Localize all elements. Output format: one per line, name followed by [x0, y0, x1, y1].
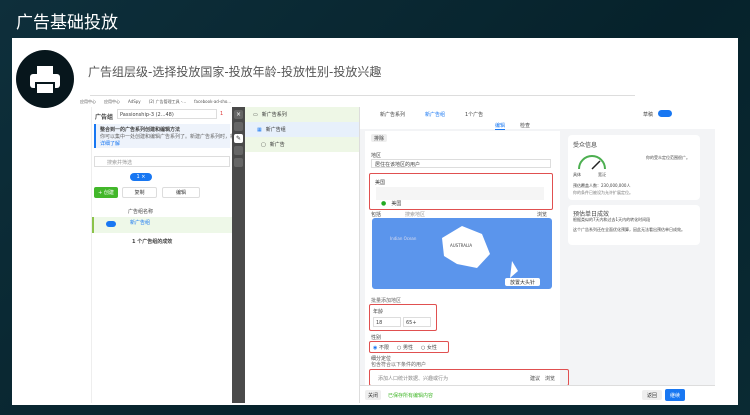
col-header-name[interactable]: 广告组名称 — [128, 208, 153, 215]
included-locations: 美国 ● 美国 — [369, 173, 553, 210]
tree-label: 新广告系列 — [261, 112, 287, 118]
gender-radio[interactable]: ○ 男性 — [397, 344, 413, 351]
browse-link[interactable]: 浏览 — [545, 375, 555, 382]
bulk-add-link[interactable]: 批量添加地区 — [371, 297, 401, 304]
close-button[interactable]: 关闭 — [365, 390, 381, 400]
age-section: 年龄 18 65+ — [369, 304, 437, 331]
detailed-targeting: 添加人口统计数据、兴趣或行为 建议 浏览 — [369, 369, 569, 386]
slide-subtitle: 广告组层级-选择投放国家-投放年龄-投放性别-投放兴趣 — [88, 65, 382, 79]
detailed-search-input[interactable]: 添加人口统计数据、兴趣或行为 — [378, 375, 448, 382]
notice-body: 你可以集中一处创建和编辑广告系列了。新建广告系列时，新 — [100, 134, 236, 140]
saved-status: 已保存所有编辑内容 — [388, 393, 434, 399]
zoom-icon[interactable] — [234, 158, 243, 167]
breadcrumb-ad[interactable]: 1个广告 — [465, 111, 483, 118]
location-label: 地区 — [371, 153, 382, 159]
gender-radio[interactable]: ○ 女性 — [421, 344, 437, 351]
gender-label: 性别 — [371, 335, 382, 341]
tree-panel: ▭ 新广告系列 ▦ 新广告组 ▢ 新广告 — [245, 107, 360, 403]
gauge-high: 宽泛 — [598, 172, 606, 177]
close-icon[interactable]: × — [234, 110, 243, 119]
grid-icon: ▦ — [257, 126, 262, 133]
browse-link[interactable]: 浏览 — [537, 211, 547, 218]
table-row[interactable]: 新广告组 — [92, 217, 232, 233]
audience-card: 受众信息 具体 宽泛 你的受众定位范围很广。 预估覆盖人数：230,000,00… — [568, 135, 700, 200]
panel-title: 广告组 — [95, 114, 114, 121]
audience-desc: 你的受众定位范围很广。 — [646, 155, 690, 160]
reach-note: 你的条件已被设为允许扩展定位。 — [573, 190, 633, 195]
gender-radio-group: ◉ 不限 ○ 男性 ○ 女性 — [369, 341, 449, 353]
breadcrumb-campaign[interactable]: 新广告系列 — [380, 111, 405, 118]
row-name[interactable]: 新广告组 — [130, 219, 150, 226]
slide-title: 广告基础投放 — [16, 13, 118, 33]
bookmark[interactable]: (2) 广告管理工具 -... — [149, 99, 186, 105]
copy-button[interactable]: 复制 — [122, 187, 157, 198]
bookmark[interactable]: 应用中心 — [80, 99, 96, 105]
bookmark[interactable]: 应用中心 — [104, 99, 120, 105]
location-select[interactable]: 居住在该地区的用户 — [371, 159, 551, 168]
include-select[interactable]: 包括 — [371, 211, 381, 218]
remove-button[interactable]: 排除 — [371, 134, 387, 142]
ad-icon: ▢ — [261, 141, 266, 148]
bookmark[interactable]: facebook-ad-sho... — [194, 99, 231, 105]
location-item[interactable]: ● 美国 — [376, 187, 544, 207]
included-label: 美国 — [375, 180, 386, 186]
map-label: AUSTRALIA — [450, 243, 473, 248]
gender-radio[interactable]: ◉ 不限 — [373, 344, 389, 351]
bookmarks-bar: 应用中心 应用中心 AdSpy (2) 广告管理工具 -... facebook… — [80, 99, 231, 105]
nav-rail — [80, 107, 92, 403]
tab-edit[interactable]: 编辑 — [495, 122, 506, 130]
editor-footer: 关闭 已保存所有编辑内容 返回 继续 — [360, 385, 715, 403]
map-label: Indian Ocean — [390, 236, 417, 241]
tree-label: 新广告组 — [265, 127, 286, 133]
notice: 整合到一的广告系列创建和编辑方法 你可以集中一处创建和编辑广告系列了。新建广告系… — [94, 124, 236, 148]
tab-review[interactable]: 检查 — [520, 122, 530, 129]
gauge-icon — [578, 155, 606, 170]
edit-button[interactable]: 编辑 — [162, 187, 200, 198]
pin-icon: ● — [381, 200, 387, 207]
clock-icon[interactable] — [234, 146, 243, 155]
audience-title: 受众信息 — [573, 142, 598, 149]
printer-icon — [16, 50, 74, 108]
adset-panel: 广告组 Passionship-3 (2...48) 1 整合到一的广告系列创建… — [92, 107, 236, 403]
pencil-icon[interactable]: ✎ — [234, 134, 243, 143]
filter-chip[interactable]: 1 × — [130, 173, 152, 181]
age-label: 年龄 — [373, 309, 384, 315]
detailed-hint: 包含符合以下条件的用户 — [371, 362, 427, 368]
tree-item-ad[interactable]: ▢ 新广告 — [245, 137, 359, 152]
status-toggle[interactable] — [658, 110, 672, 117]
notice-title: 整合到一的广告系列创建和编辑方法 — [100, 127, 181, 133]
breadcrumb-adset[interactable]: 新广告组 — [425, 111, 445, 118]
reach: 预估覆盖人数：230,000,000人 — [573, 183, 631, 188]
tree-label: 新广告 — [269, 142, 285, 148]
suggest-link[interactable]: 建议 — [530, 375, 540, 382]
location-name: 美国 — [391, 201, 402, 207]
tree-item-campaign[interactable]: ▭ 新广告系列 — [245, 107, 359, 122]
bookmark[interactable]: AdSpy — [128, 99, 141, 105]
gauge-low: 具体 — [573, 172, 581, 177]
side-toolbar: × ✎ — [232, 107, 245, 403]
editor-header: 新广告系列 新广告组 1个广告 草稿 编辑 检查 — [360, 107, 715, 130]
summary-row[interactable]: 1 个广告组的成效 — [132, 238, 172, 245]
back-button[interactable]: 返回 — [642, 390, 662, 400]
results-note: 这个广告系列还在全面优化预算，因此无法看出预估单日成效。 — [573, 227, 685, 232]
tree-item-adset[interactable]: ▦ 新广告组 — [245, 122, 359, 137]
location-map[interactable]: Indian Ocean AUSTRALIA 放置大头针 — [372, 218, 552, 289]
learn-more-link[interactable]: 详细了解 — [100, 140, 226, 147]
alert-badge[interactable]: 1 — [220, 111, 223, 117]
search-input[interactable]: 搜索并筛选 — [94, 156, 230, 167]
next-button[interactable]: 继续 — [665, 389, 685, 401]
create-button[interactable]: + 创建 — [94, 187, 118, 198]
folder-icon: ▭ — [253, 111, 258, 118]
status-label: 草稿 — [643, 112, 654, 118]
results-desc: 根据类似的7天内和过去1天内的转化时间段 — [573, 217, 651, 222]
age-min-select[interactable]: 18 — [373, 317, 401, 327]
drop-pin-button[interactable]: 放置大头针 — [505, 278, 540, 286]
account-select[interactable]: Passionship-3 (2...48) — [117, 109, 217, 119]
location-search[interactable]: 搜索地区 — [405, 211, 425, 218]
toggle[interactable] — [106, 221, 116, 227]
age-max-select[interactable]: 65+ — [403, 317, 431, 327]
results-card: 预估单日成效 根据类似的7天内和过去1天内的转化时间段 这个广告系列还在全面优化… — [568, 205, 700, 245]
chart-icon[interactable] — [234, 122, 243, 131]
